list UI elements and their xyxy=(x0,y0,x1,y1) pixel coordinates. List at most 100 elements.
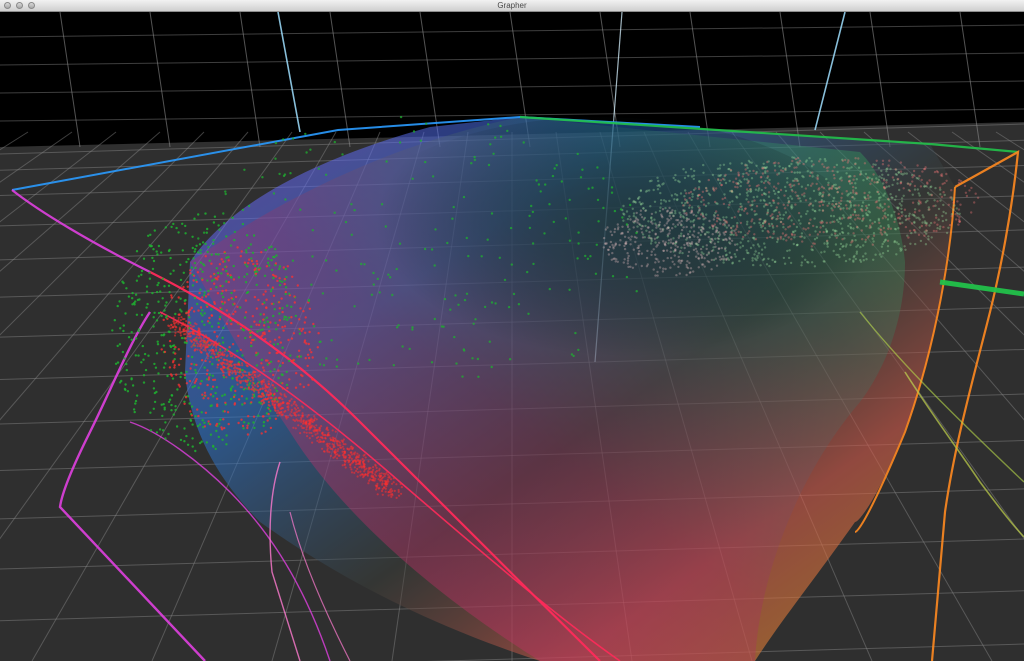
data-point-red xyxy=(217,275,220,278)
data-point-green xyxy=(621,216,624,219)
data-point-pale xyxy=(703,265,706,268)
data-point-pale-red xyxy=(845,190,848,193)
data-point-red xyxy=(392,477,395,480)
data-point-pale-red xyxy=(861,238,864,241)
data-point-pale-green xyxy=(918,218,921,221)
data-point-green xyxy=(233,238,236,242)
data-point-pale-red xyxy=(911,201,915,204)
data-point-pale-green xyxy=(844,245,848,248)
data-point-green xyxy=(245,397,248,400)
data-point-green xyxy=(528,226,532,230)
data-point-pale-red xyxy=(883,187,886,190)
data-point-green xyxy=(474,318,477,321)
data-point-pale-red xyxy=(826,169,829,172)
data-point-pale-red xyxy=(970,211,973,214)
data-point-green xyxy=(258,320,262,323)
data-point-green xyxy=(548,287,551,291)
data-point-pale-green xyxy=(848,167,851,170)
data-point-green xyxy=(224,190,227,193)
data-point-green xyxy=(207,289,210,293)
data-point-red xyxy=(245,374,248,377)
data-point-red xyxy=(271,400,274,403)
data-point-pale-red xyxy=(747,200,750,204)
data-point-pale-red xyxy=(918,174,921,178)
data-point-pale xyxy=(704,217,707,220)
data-point-red xyxy=(197,309,200,312)
data-point-green xyxy=(167,284,171,287)
data-point-green xyxy=(151,267,155,271)
data-point-green xyxy=(163,333,166,336)
data-point-pale xyxy=(674,244,677,247)
data-point-green xyxy=(179,308,182,311)
data-point-green xyxy=(142,374,146,377)
data-point-green xyxy=(560,180,563,183)
data-point-red xyxy=(359,470,362,473)
data-point-pale xyxy=(687,233,690,236)
data-point-green xyxy=(477,375,480,378)
data-point-pale-red xyxy=(845,204,848,207)
data-point-pale xyxy=(723,222,726,225)
data-point-green xyxy=(391,293,394,297)
data-point-red xyxy=(362,462,365,465)
data-point-red xyxy=(251,396,254,399)
data-point-red xyxy=(346,459,349,462)
data-point-green xyxy=(225,434,228,437)
data-point-pale-green xyxy=(734,255,737,258)
data-point-pale-green xyxy=(834,234,837,237)
data-point-pale xyxy=(673,254,676,257)
data-point-red xyxy=(322,433,325,437)
data-point-red xyxy=(336,457,339,460)
data-point-pale xyxy=(661,270,665,273)
data-point-red xyxy=(274,262,278,265)
data-point-pale-red xyxy=(769,235,772,239)
data-point-green xyxy=(214,391,217,395)
data-point-pale-green xyxy=(903,245,906,248)
data-point-green xyxy=(330,339,333,342)
data-point-pale xyxy=(685,225,688,229)
data-point-pale-green xyxy=(773,260,777,264)
data-point-green xyxy=(249,243,253,246)
data-point-pale-red xyxy=(947,203,950,206)
data-point-pale-red xyxy=(772,199,775,202)
data-point-green xyxy=(288,359,291,363)
data-point-pale xyxy=(609,240,613,244)
data-point-pale-red xyxy=(853,175,856,178)
data-point-pale xyxy=(623,235,627,238)
data-point-red xyxy=(334,453,337,456)
data-point-red xyxy=(255,323,258,326)
data-point-pale-green xyxy=(829,214,833,218)
data-point-pale xyxy=(670,256,673,260)
data-point-pale-green xyxy=(674,173,677,177)
data-point-pale-green xyxy=(753,222,756,225)
data-point-pale-green xyxy=(822,260,825,263)
data-point-pale-red xyxy=(862,217,865,220)
title-bar[interactable]: Grapher xyxy=(0,0,1024,12)
data-point-red xyxy=(374,464,377,467)
data-point-pale-green xyxy=(891,196,894,200)
data-point-red xyxy=(360,466,363,469)
data-point-pale-red xyxy=(754,172,758,175)
data-point-pale-red xyxy=(899,182,902,185)
data-point-pale-red xyxy=(963,184,967,188)
data-point-green xyxy=(530,204,533,208)
data-point-green xyxy=(193,296,197,300)
data-point-green xyxy=(553,167,556,170)
data-point-green xyxy=(203,366,206,369)
3d-color-gamut-plot[interactable] xyxy=(0,12,1024,661)
data-point-pale-red xyxy=(702,199,705,202)
data-point-green xyxy=(160,403,163,406)
data-point-green xyxy=(395,267,398,271)
3d-plot-viewport[interactable] xyxy=(0,12,1024,661)
data-point-pale-green xyxy=(639,189,642,193)
data-point-green xyxy=(174,408,177,412)
data-point-pale-green xyxy=(727,206,730,209)
data-point-green xyxy=(494,136,497,139)
data-point-pale-green xyxy=(771,258,774,262)
data-point-red xyxy=(206,383,209,387)
data-point-green xyxy=(537,183,541,186)
data-point-pale-red xyxy=(896,177,900,181)
data-point-pale xyxy=(639,209,643,212)
data-point-red xyxy=(177,322,180,325)
data-point-red xyxy=(216,363,219,366)
data-point-pale-red xyxy=(964,191,968,194)
